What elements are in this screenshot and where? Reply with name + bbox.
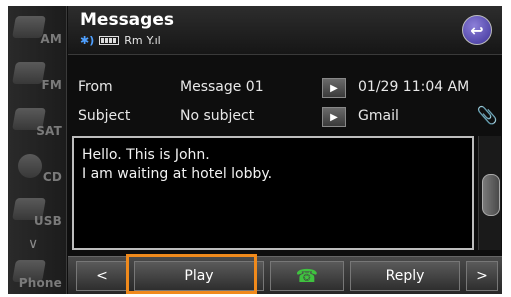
subject-value: No subject xyxy=(180,108,255,124)
subject-row: Subject No subject ▶ Gmail 📎 xyxy=(68,104,502,128)
phone-icon: ☎ xyxy=(295,265,319,287)
sidebar-item-am[interactable]: AM xyxy=(10,12,64,46)
signal-icon: Y.ıl xyxy=(146,34,161,47)
message-body[interactable]: Hello. This is John. I am waiting at hot… xyxy=(72,136,474,250)
account-name: Gmail xyxy=(358,108,399,124)
sidebar-item-cd[interactable]: CD xyxy=(10,150,64,184)
chevron-down-icon[interactable]: ∨ xyxy=(28,236,38,252)
scrollbar-thumb[interactable] xyxy=(482,174,500,216)
reply-button[interactable]: Reply xyxy=(350,261,460,291)
call-button[interactable]: ☎ xyxy=(270,261,344,291)
subject-more-button[interactable]: ▶ xyxy=(322,107,346,127)
sidebar-item-fm[interactable]: FM xyxy=(10,58,64,92)
roaming-indicator: Rm xyxy=(124,34,143,47)
chevron-left-icon: < xyxy=(96,268,108,284)
from-label: From xyxy=(78,79,113,95)
infotainment-screen: AM FM SAT CD USB ∨ Phone Messages ✱) Rm xyxy=(8,6,502,294)
chevron-right-icon: > xyxy=(476,268,488,284)
message-line: I am waiting at hotel lobby. xyxy=(82,166,273,182)
message-line: Hello. This is John. xyxy=(82,147,210,163)
back-button[interactable]: ↩ xyxy=(462,15,492,45)
paperclip-icon: 📎 xyxy=(476,106,498,126)
subject-label: Subject xyxy=(78,108,131,124)
prev-button[interactable]: < xyxy=(76,261,128,291)
from-value: Message 01 xyxy=(180,79,264,95)
next-button[interactable]: > xyxy=(466,261,498,291)
sidebar-item-sat[interactable]: SAT xyxy=(10,104,64,138)
from-row: From Message 01 ▶ 01/29 11:04 AM xyxy=(68,75,502,99)
sidebar-item-phone[interactable]: Phone xyxy=(10,256,64,290)
status-bar: ✱) Rm Y.ıl xyxy=(80,34,161,47)
play-highlight-box xyxy=(126,254,257,294)
back-arrow-icon: ↩ xyxy=(470,20,484,40)
page-title: Messages xyxy=(80,10,174,30)
sidebar-item-usb[interactable]: USB xyxy=(10,194,64,228)
cd-icon xyxy=(18,154,42,178)
bluetooth-icon: ✱) xyxy=(80,34,95,47)
from-more-button[interactable]: ▶ xyxy=(322,78,346,98)
header-bar: Messages ✱) Rm Y.ıl ↩ xyxy=(68,6,502,55)
message-scrollbar[interactable] xyxy=(478,136,501,250)
source-sidebar: AM FM SAT CD USB ∨ Phone xyxy=(8,6,67,294)
battery-icon xyxy=(99,36,120,45)
message-datetime: 01/29 11:04 AM xyxy=(358,79,470,95)
